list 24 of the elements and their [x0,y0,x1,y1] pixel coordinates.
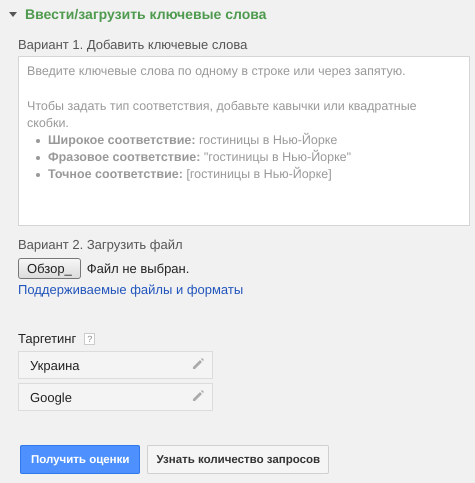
bullet-icon [36,172,40,176]
supported-formats-link[interactable]: Поддерживаемые файлы и форматы [18,282,244,297]
option-label: Вариант 2. Загрузить файл [18,237,184,252]
search-volume-button[interactable]: Узнать количество запросов [147,445,330,474]
pencil-icon[interactable] [192,358,204,370]
targeting-label: Таргетинг [18,331,76,346]
collapse-triangle-icon[interactable] [9,12,17,16]
file-status-text: Файл не выбран. [86,261,190,276]
targeting-item[interactable]: Google [18,383,213,411]
keywords-input-field[interactable] [18,56,470,226]
targeting-value: Google [30,390,72,404]
placeholder-text: Точное соответствие: [гостиницы в Нью-Йорке] [48,166,332,183]
placeholder-text: Введите ключевые слова по одному в строке или через запятую. [27,63,407,80]
browse-button[interactable]: Обзор_ [18,258,81,279]
help-button[interactable]: ? [84,332,96,344]
bullet-icon [36,156,40,160]
targeting-value: Украина [30,358,80,372]
placeholder-text: Фразовое соответствие: "гостиницы в Нью-Йорке" [48,149,352,166]
placeholder-text: Широкое соответствие: гостиницы в Нью-Йорке [48,132,338,149]
option-label: Вариант 1. Добавить ключевые слова [18,37,248,52]
placeholder-text: Чтобы задать тип соответствия, добавьте кавычки или квадратные скобки. [27,98,418,132]
targeting-item[interactable]: Украина [18,351,213,379]
pencil-icon[interactable] [192,390,204,402]
bullet-icon [36,138,40,142]
